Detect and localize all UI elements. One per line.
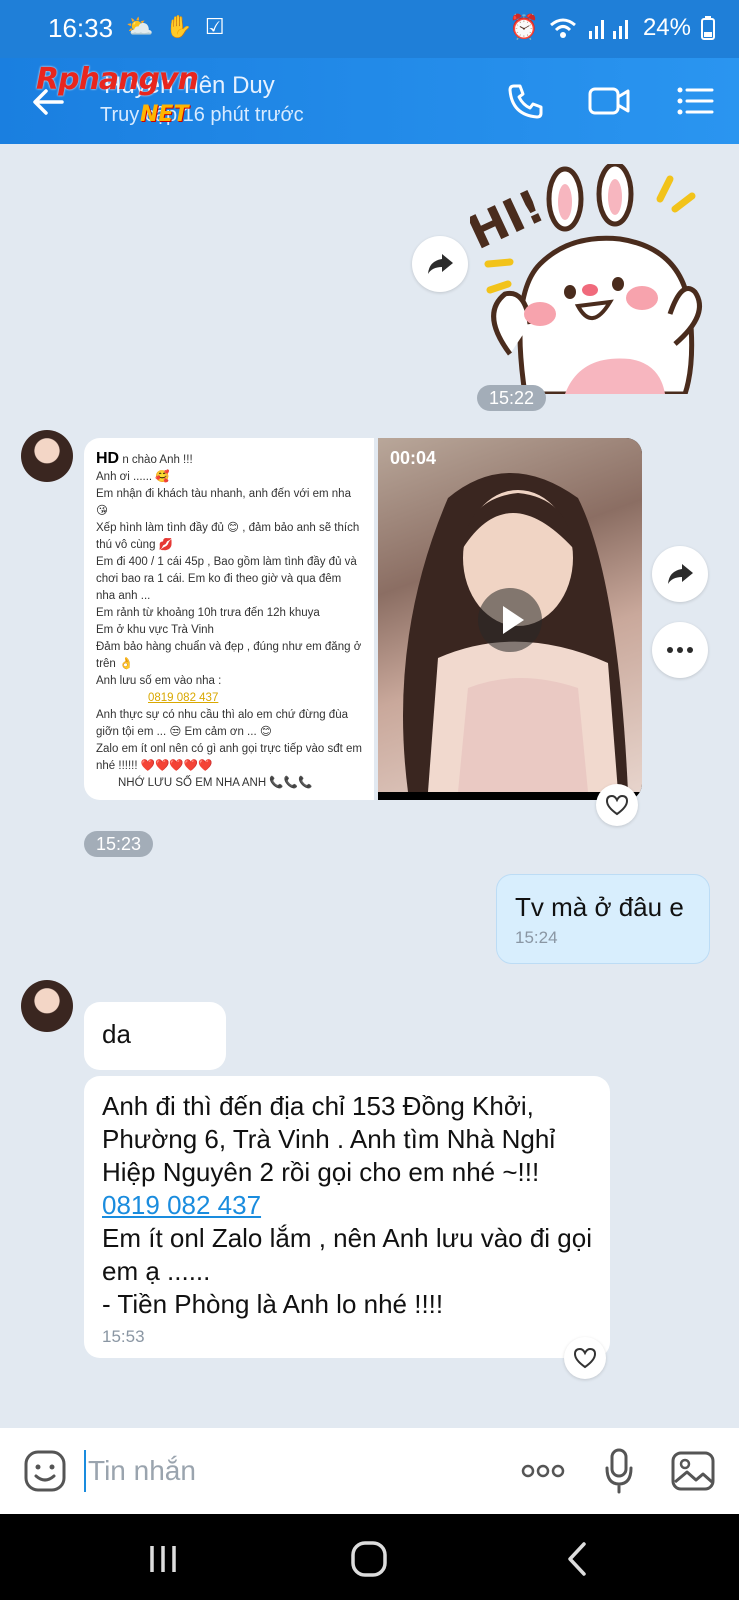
more-dots-icon <box>521 1464 565 1478</box>
timestamp-chip: 15:23 <box>84 831 154 857</box>
incoming-message[interactable]: Anh đi thì đến địa chỉ 153 Đồng Khởi, Ph… <box>84 1076 610 1358</box>
incoming-message[interactable]: da <box>84 1002 226 1070</box>
more-actions-button[interactable] <box>520 1454 566 1488</box>
chat-messages[interactable]: HI! 15:22 HD n chào Anh !!! Anh ơi .....… <box>0 144 739 1428</box>
contact-avatar[interactable] <box>21 430 73 482</box>
wifi-icon <box>549 18 576 38</box>
video-camera-icon <box>588 87 630 115</box>
more-options-button[interactable] <box>652 622 708 678</box>
image-icon <box>671 1451 715 1491</box>
last-seen-status: Truy cập 16 phút trước <box>100 104 304 126</box>
timestamp-chip: 15:22 <box>477 385 547 411</box>
card-line: n chào Anh !!! <box>122 454 193 466</box>
status-time: 16:33 <box>48 13 114 43</box>
bunny-hi-sticker[interactable]: HI! <box>470 164 720 394</box>
card-line: Em ở khu vực Trà Vinh <box>96 624 214 636</box>
card-text: HD n chào Anh !!! <box>96 450 362 469</box>
video-call-button[interactable] <box>586 78 632 124</box>
watermark-logo: Rphangvn NET <box>36 62 199 127</box>
weather-icon: ⛅ <box>126 14 154 39</box>
system-back-button[interactable] <box>556 1536 602 1582</box>
options-menu-button[interactable] <box>672 78 718 124</box>
message-text: Anh đi thì đến địa chỉ 153 Đồng Khởi, Ph… <box>102 1091 556 1187</box>
microphone-icon <box>605 1448 633 1494</box>
card-phone-number: 0819 082 437 <box>148 692 219 704</box>
phone-number-link[interactable]: 0819 082 437 <box>102 1189 592 1222</box>
share-sticker-button[interactable] <box>412 236 468 292</box>
card-line: Xếp hình làm tình đầy đủ 😊 , đảm bảo anh… <box>96 522 360 551</box>
heart-icon <box>573 1347 597 1369</box>
card-line: Anh lưu số em vào nha : <box>96 675 222 687</box>
emoji-button[interactable] <box>22 1448 68 1494</box>
notification-icons: ⛅ ✋ ☑ <box>126 14 225 40</box>
smiley-icon <box>24 1450 66 1492</box>
home-button[interactable] <box>346 1536 392 1582</box>
message-text: Tv mà ở đâu e <box>515 892 684 922</box>
share-icon <box>668 564 693 584</box>
signal-icon <box>588 19 628 39</box>
card-line: Anh thực sự có nhu cầu thì alo em chứ đừ… <box>96 709 348 738</box>
watermark-suffix: NET <box>140 102 189 127</box>
play-icon <box>503 606 524 634</box>
outgoing-message[interactable]: Tv mà ở đâu e 15:24 <box>496 874 710 964</box>
contact-avatar[interactable] <box>21 980 73 1032</box>
battery-icon <box>701 15 715 40</box>
heart-icon <box>605 794 629 816</box>
menu-icon <box>677 87 714 115</box>
chat-header: Huyền Tiên Duy Truy cập 16 phút trước Rp… <box>0 58 739 144</box>
svg-text:HI!: HI! <box>470 179 552 260</box>
system-navigation-bar <box>0 1514 739 1600</box>
recents-icon <box>150 1546 176 1572</box>
more-icon <box>667 647 693 653</box>
card-line: Anh ơi ...... 🥰 <box>96 471 170 483</box>
checkbox-notification-icon: ☑ <box>204 14 225 39</box>
video-duration: 00:04 <box>390 448 437 468</box>
hd-badge: HD <box>96 450 120 467</box>
status-bar: 16:33 ⛅ ✋ ☑ ⏰ 24% <box>0 0 739 58</box>
react-heart-button[interactable] <box>596 784 638 826</box>
message-time: 15:24 <box>515 928 558 947</box>
card-line: Em rảnh từ khoảng 10h trưa đến 12h khuya <box>96 607 320 619</box>
share-message-button[interactable] <box>652 546 708 602</box>
message-time: 15:53 <box>102 1327 145 1346</box>
video-message[interactable]: 00:04 <box>378 438 642 800</box>
message-input[interactable] <box>84 1450 464 1492</box>
recent-apps-button[interactable] <box>140 1536 186 1582</box>
card-line: Em đi 400 / 1 cái 45p , Bao gồm làm tình… <box>96 556 357 602</box>
home-icon <box>351 1541 387 1577</box>
react-heart-button[interactable] <box>564 1337 606 1379</box>
card-line: Đảm bảo hàng chuẩn và đẹp , đúng như em … <box>96 641 362 670</box>
chevron-left-icon <box>568 1542 586 1576</box>
play-button[interactable] <box>478 588 542 652</box>
voice-message-button[interactable] <box>604 1446 634 1496</box>
battery-text: 24% <box>642 13 691 41</box>
call-button[interactable] <box>502 78 548 124</box>
card-line: NHỚ LƯU SỐ EM NHA ANH 📞📞📞 <box>118 777 313 789</box>
app-notification-icon: ✋ <box>165 14 193 39</box>
gallery-button[interactable] <box>670 1450 716 1492</box>
card-line: Zalo em ít onl nên có gì anh gọi trực ti… <box>96 743 362 772</box>
message-composer <box>0 1428 739 1514</box>
image-message[interactable]: HD n chào Anh !!! Anh ơi ...... 🥰 Em nhậ… <box>84 438 374 800</box>
watermark-text: Rphangvn <box>36 62 199 97</box>
card-line: Em nhận đi khách tàu nhanh, anh đến với … <box>96 488 351 517</box>
message-text: da <box>102 1019 131 1049</box>
share-icon <box>428 254 453 274</box>
message-text: - Tiền Phòng là Anh lo nhé !!!! <box>102 1289 444 1319</box>
phone-icon <box>508 84 543 119</box>
message-text: Em ít onl Zalo lắm , nên Anh lưu vào đi … <box>102 1223 593 1286</box>
alarm-icon: ⏰ <box>509 14 539 41</box>
system-icons: ⏰ 24% <box>509 13 715 42</box>
